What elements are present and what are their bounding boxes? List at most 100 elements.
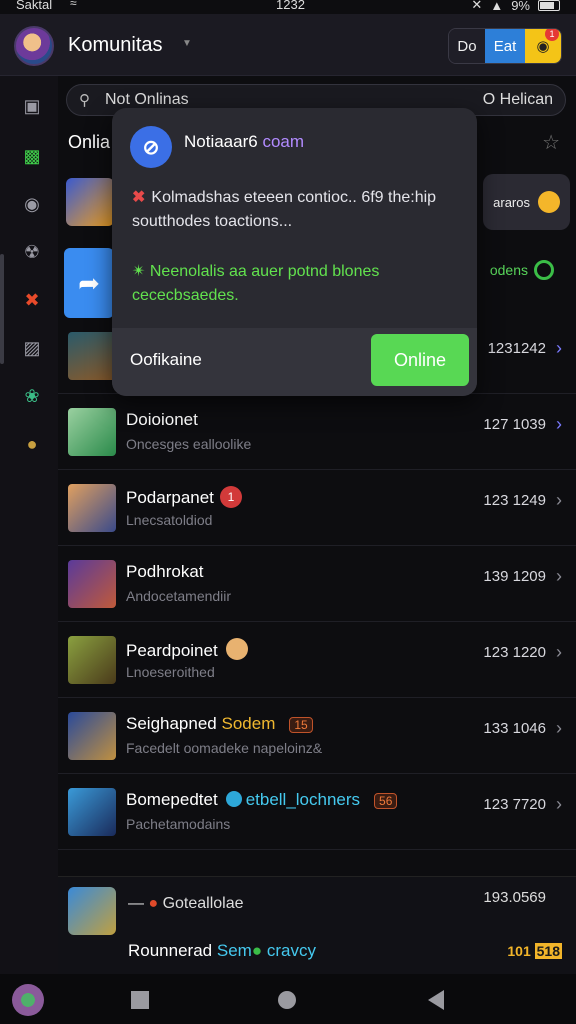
online-status-icon bbox=[534, 260, 554, 280]
list-item-name-text: Bomepedtet bbox=[126, 790, 218, 809]
avatar[interactable] bbox=[14, 26, 54, 66]
list-item-name: Doioionet bbox=[126, 410, 198, 429]
list-item-name-text: Rounnerad bbox=[128, 941, 213, 960]
list-item-time: 133 1046 bbox=[483, 720, 546, 737]
list-item-subtitle: Lnoeseroithed bbox=[126, 664, 215, 680]
list-item-name: Rounnerad Sem● cravcy bbox=[128, 941, 316, 960]
wifi-icon: ≈ bbox=[70, 0, 77, 10]
gamepad-icon[interactable]: ☢ bbox=[20, 240, 44, 264]
popup-title-accent: coam bbox=[262, 132, 305, 151]
list-item[interactable]: Doioionet Oncesges ealloolike 127 1039 › bbox=[58, 394, 576, 470]
search-filter-label[interactable]: O Helican bbox=[483, 91, 553, 109]
chevron-right-icon: › bbox=[556, 414, 562, 434]
list-item-subtitle: Facedelt oomadeke napeloinz& bbox=[126, 740, 323, 756]
chat-icon[interactable]: ▩ bbox=[20, 144, 44, 168]
list-item-name-text: Goteallolae bbox=[162, 895, 244, 912]
battery-icon bbox=[538, 0, 560, 11]
list-item-time: 123 1249 bbox=[483, 492, 546, 509]
list-item-subtitle: Oncesges ealloolike bbox=[126, 436, 252, 452]
alert-badge: 1 bbox=[219, 486, 242, 508]
list-item-subtitle: Pachetamodains bbox=[126, 816, 231, 832]
popup-title-text: Notiaaar6 bbox=[184, 132, 258, 151]
list-item-time: 1231242 bbox=[487, 340, 546, 357]
list-item-name-highlight: etbell_lochners bbox=[245, 790, 361, 809]
carrier-label: Saktal bbox=[16, 0, 53, 12]
list-item-name-text: Peardpoinet bbox=[126, 641, 218, 660]
clock: 1232 bbox=[276, 0, 305, 12]
list-item-thumbnail bbox=[68, 560, 116, 608]
chevron-right-icon: › bbox=[556, 566, 562, 586]
list-item-name: Peardpoinet bbox=[126, 638, 248, 661]
avatar[interactable] bbox=[12, 984, 44, 1016]
home-icon[interactable] bbox=[278, 991, 296, 1009]
list-item[interactable]: Podhrokat Andocetamendiir 139 1209 › bbox=[58, 546, 576, 622]
close-icon[interactable]: ✖ bbox=[20, 288, 44, 312]
star-icon[interactable]: ☆ bbox=[542, 130, 560, 155]
share-card[interactable]: ➦ bbox=[64, 248, 114, 318]
search-icon: ⚲ bbox=[79, 92, 90, 109]
list-item-thumbnail bbox=[68, 788, 116, 836]
popup-warning-text: Kolmadshas eteeen contioc.. 6f9 the:hip … bbox=[132, 189, 437, 230]
section-title: Onlia bbox=[68, 132, 111, 152]
list-item-name: Seighapned Sodem 15 bbox=[126, 714, 313, 734]
list-item[interactable]: Peardpoinet Lnoeseroithed 123 1220 › bbox=[58, 622, 576, 698]
bluetooth-icon: ✕ bbox=[471, 0, 483, 12]
recents-icon[interactable] bbox=[131, 991, 149, 1009]
side-rail: ▣ ▩ ◉ ☢ ✖ ▨ ❀ ● bbox=[0, 76, 58, 974]
list-item-name: Podarpanet 1 bbox=[126, 486, 242, 508]
popup-success-text: Neenolalis aa auer potnd blones cececbsa… bbox=[132, 263, 380, 304]
chevron-right-icon: › bbox=[556, 642, 562, 662]
eat-button[interactable]: Eat bbox=[485, 29, 525, 63]
list-item-thumbnail bbox=[68, 636, 116, 684]
popup-title: Notiaaar6 coam bbox=[184, 132, 304, 152]
list-item[interactable]: Podarpanet 1 Lnecsatoldiod 123 1249 › bbox=[58, 470, 576, 546]
list-item-time: 139 1209 bbox=[483, 568, 546, 585]
page-title[interactable]: Komunitas bbox=[68, 34, 163, 57]
camera-icon[interactable]: ◉ bbox=[20, 192, 44, 216]
emoji-icon bbox=[225, 638, 248, 660]
online-tag[interactable]: odens bbox=[490, 260, 554, 280]
pinned-rows: — ● Goteallolae 193.0569 Rounnerad Sem● … bbox=[58, 876, 576, 974]
list-item-name: Bomepedtet etbell_lochners 56 bbox=[126, 790, 398, 810]
system-nav-bar bbox=[0, 974, 576, 1024]
list-item-tag: 56 bbox=[374, 793, 398, 809]
online-button[interactable]: Online bbox=[371, 334, 469, 386]
list-item-name: — ● Goteallolae bbox=[128, 895, 244, 912]
popup-success: ✴ Neenolalis aa auer potnd blones cececb… bbox=[132, 260, 462, 308]
list-item-tag: 518 bbox=[534, 943, 562, 959]
error-icon: ✖ bbox=[132, 189, 146, 206]
chevron-down-icon[interactable]: ▼ bbox=[182, 38, 192, 49]
popup-footer: Oofikaine Online bbox=[112, 328, 477, 396]
character-icon[interactable]: ❀ bbox=[20, 384, 44, 408]
list-item-time: 123 7720 bbox=[483, 796, 546, 813]
list-item[interactable]: Bomepedtet etbell_lochners 56 Pachetamodai… bbox=[58, 774, 576, 850]
info-icon bbox=[225, 791, 242, 807]
list-item[interactable]: Seighapned Sodem 15 Facedelt oomadeke nap… bbox=[58, 698, 576, 774]
chevron-right-icon: › bbox=[556, 718, 562, 738]
list-item-time: 193.0569 bbox=[483, 889, 546, 906]
list-item-thumbnail[interactable] bbox=[66, 178, 114, 226]
app-header: Komunitas ▼ Do Eat ◉ 1 bbox=[0, 14, 576, 76]
list-item-name: Podhrokat bbox=[126, 562, 204, 581]
do-button[interactable]: Do bbox=[449, 29, 485, 63]
popup-warning: ✖ Kolmadshas eteeen contioc.. 6f9 the:hip… bbox=[132, 186, 462, 234]
chevron-right-icon: › bbox=[556, 794, 562, 814]
tag-chip[interactable]: araros bbox=[483, 174, 570, 230]
list-item-tag: 15 bbox=[289, 717, 313, 733]
folder-icon[interactable]: ▣ bbox=[20, 94, 44, 118]
coin-icon[interactable]: ● bbox=[20, 432, 44, 456]
list-item-thumbnail[interactable] bbox=[68, 887, 116, 935]
list-item-subtitle: Andocetamendiir bbox=[126, 588, 232, 604]
notifications-button[interactable]: ◉ 1 bbox=[525, 29, 561, 63]
status-bar: Saktal ≈ 1232 ✕ ▲ 9% bbox=[0, 0, 576, 14]
briefcase-icon[interactable]: ▨ bbox=[20, 336, 44, 360]
sparkle-icon: ✴ bbox=[132, 263, 150, 280]
list-item-name-highlight: Sem bbox=[216, 941, 252, 960]
notification-badge: 1 bbox=[545, 29, 559, 41]
rail-scrollbar[interactable] bbox=[0, 254, 4, 364]
link-icon: ⊘ bbox=[130, 126, 172, 168]
tag-chip-label: araros bbox=[493, 194, 530, 210]
search-input[interactable]: Not Onlinas bbox=[105, 91, 189, 109]
back-icon[interactable] bbox=[428, 990, 444, 1010]
list-item-thumbnail bbox=[68, 712, 116, 760]
